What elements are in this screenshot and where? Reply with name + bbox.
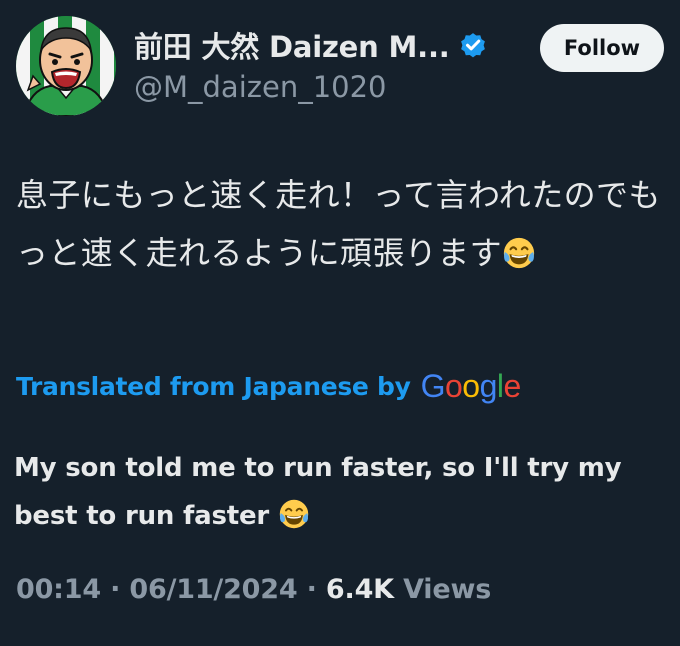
face-with-tears-of-joy-icon bbox=[278, 498, 310, 546]
author-display-name[interactable]: 前田 大然 Daizen M... bbox=[134, 24, 450, 66]
face-with-tears-of-joy-icon bbox=[502, 230, 536, 288]
meta-separator: · bbox=[110, 574, 121, 605]
views-label[interactable]: Views bbox=[403, 574, 491, 605]
google-logo: Google bbox=[420, 368, 522, 404]
cartoon-avatar-icon bbox=[16, 16, 116, 116]
meta-separator: · bbox=[306, 574, 317, 605]
tweet-text: 息子にもっと速く走れ！って言われたのでもっと速く走れるように頑張ります bbox=[16, 166, 666, 288]
follow-button[interactable]: Follow bbox=[540, 24, 664, 72]
translation-attribution[interactable]: Translated from Japanese by Google bbox=[16, 370, 521, 402]
translation-text-content: My son told me to run faster, so I'll tr… bbox=[14, 453, 622, 531]
tweet-meta: 00:14 · 06/11/2024 · 6.4K Views bbox=[16, 574, 491, 605]
tweet-text-content: 息子にもっと速く走れ！って言われたのでもっと速く走れるように頑張ります bbox=[16, 176, 661, 272]
tweet-time[interactable]: 00:14 bbox=[16, 574, 101, 605]
translation-text: My son told me to run faster, so I'll tr… bbox=[14, 444, 664, 546]
views-count[interactable]: 6.4K bbox=[326, 574, 394, 605]
avatar[interactable] bbox=[16, 16, 116, 116]
translated-label[interactable]: Translated from Japanese by bbox=[16, 372, 411, 401]
tweet-header: 前田 大然 Daizen M... @M_daizen_1020 Follow bbox=[16, 16, 664, 116]
author-handle[interactable]: @M_daizen_1020 bbox=[134, 70, 387, 104]
tweet-date[interactable]: 06/11/2024 bbox=[129, 574, 297, 605]
verified-badge-icon bbox=[458, 30, 488, 60]
author-name-row[interactable]: 前田 大然 Daizen M... bbox=[134, 24, 488, 66]
